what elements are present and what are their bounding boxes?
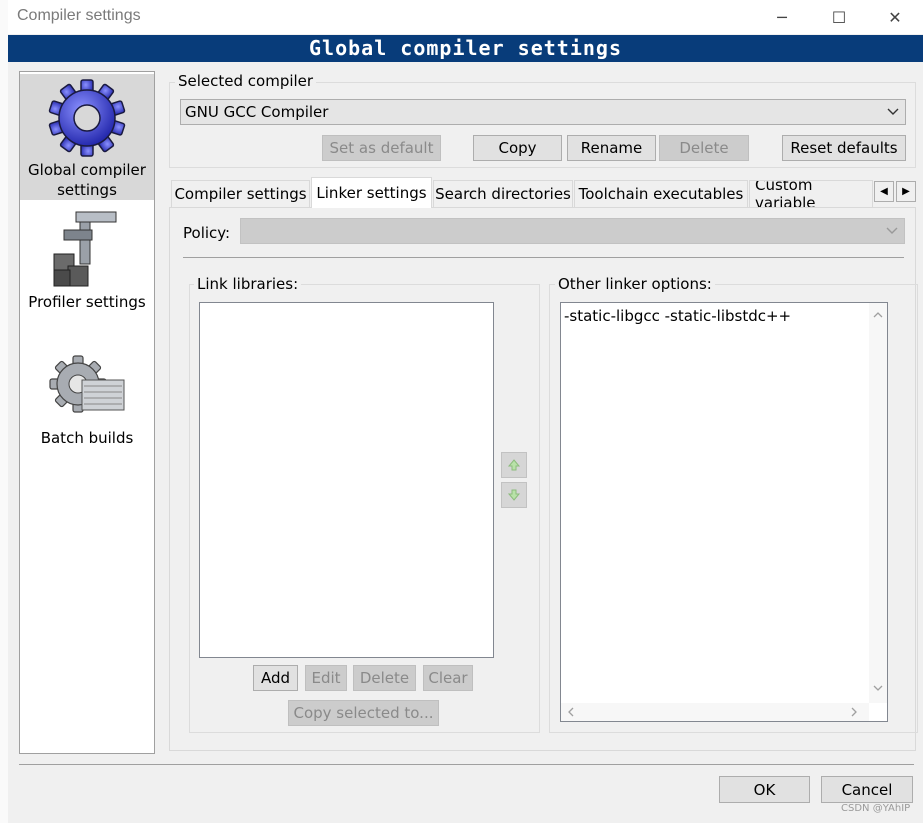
chevron-down-icon bbox=[886, 227, 898, 234]
vertical-scrollbar[interactable] bbox=[869, 303, 887, 703]
chevron-right-icon bbox=[851, 707, 857, 717]
copy-selected-to-button[interactable]: Copy selected to... bbox=[288, 700, 439, 726]
cancel-button[interactable]: Cancel bbox=[821, 776, 913, 803]
settings-sidebar: Global compiler settings Profiler settin… bbox=[19, 71, 155, 754]
chevron-left-icon bbox=[568, 707, 574, 717]
sidebar-item-label: Batch builds bbox=[40, 429, 134, 447]
title-bar: Compiler settings ─ ☐ ✕ bbox=[8, 0, 923, 34]
other-linker-options-title: Other linker options: bbox=[555, 275, 715, 293]
maximize-icon: ☐ bbox=[831, 7, 847, 27]
minimize-icon: ─ bbox=[777, 7, 787, 27]
footer-divider bbox=[19, 764, 914, 765]
reset-defaults-button[interactable]: Reset defaults bbox=[782, 135, 906, 161]
move-up-button[interactable] bbox=[501, 452, 527, 478]
tab-custom-variables[interactable]: Custom variable bbox=[749, 180, 873, 207]
horizontal-scrollbar[interactable] bbox=[561, 703, 869, 721]
chevron-down-icon bbox=[887, 108, 899, 115]
policy-label: Policy: bbox=[183, 224, 231, 242]
copy-compiler-button[interactable]: Copy bbox=[473, 135, 562, 161]
maximize-button[interactable]: ☐ bbox=[811, 0, 867, 34]
policy-select[interactable] bbox=[240, 218, 905, 244]
arrow-left-icon: ◀ bbox=[880, 186, 888, 197]
compiler-select[interactable]: GNU GCC Compiler bbox=[180, 99, 906, 125]
sidebar-item-label: Profiler settings bbox=[28, 293, 146, 311]
caliper-icon bbox=[53, 211, 117, 287]
delete-library-button[interactable]: Delete bbox=[353, 665, 416, 691]
ok-button[interactable]: OK bbox=[719, 776, 810, 803]
tab-compiler-settings[interactable]: Compiler settings bbox=[171, 180, 310, 207]
link-libraries-title: Link libraries: bbox=[194, 275, 302, 293]
sidebar-item-label: Global compiler bbox=[28, 161, 146, 179]
tab-toolchain-executables[interactable]: Toolchain executables bbox=[574, 180, 748, 207]
chevron-down-icon bbox=[873, 685, 883, 691]
compiler-settings-dialog: Compiler settings ─ ☐ ✕ Global compiler … bbox=[8, 0, 923, 823]
policy-divider bbox=[183, 257, 904, 258]
tab-search-directories[interactable]: Search directories bbox=[433, 180, 573, 207]
settings-banner: Global compiler settings bbox=[8, 35, 923, 62]
compiler-select-value: GNU GCC Compiler bbox=[185, 103, 329, 121]
arrow-right-icon: ▶ bbox=[902, 186, 910, 197]
window-title: Compiler settings bbox=[17, 7, 141, 24]
tab-scroll-right-button[interactable]: ▶ bbox=[896, 181, 916, 202]
chevron-up-icon bbox=[873, 312, 883, 318]
sidebar-item-global-compiler[interactable]: Global compiler settings bbox=[20, 74, 154, 200]
rename-compiler-button[interactable]: Rename bbox=[567, 135, 656, 161]
close-window-button[interactable]: ✕ bbox=[867, 0, 923, 34]
gear-icon bbox=[48, 79, 126, 157]
add-library-button[interactable]: Add bbox=[253, 665, 298, 691]
selected-compiler-title: Selected compiler bbox=[175, 72, 317, 90]
clear-libraries-button[interactable]: Clear bbox=[423, 665, 473, 691]
sidebar-item-label: settings bbox=[57, 181, 117, 199]
other-linker-options-text: -static-libgcc -static-libstdc++ bbox=[564, 307, 792, 325]
arrow-down-icon bbox=[507, 489, 521, 501]
tab-linker-settings[interactable]: Linker settings bbox=[311, 177, 432, 208]
edit-library-button[interactable]: Edit bbox=[305, 665, 347, 691]
batch-gear-icon bbox=[49, 355, 125, 413]
watermark: CSDN @YAhIP bbox=[841, 803, 911, 814]
move-down-button[interactable] bbox=[501, 482, 527, 508]
tab-scroll-left-button[interactable]: ◀ bbox=[874, 181, 894, 202]
sidebar-item-batch-builds[interactable]: Batch builds bbox=[20, 342, 154, 454]
arrow-up-icon bbox=[507, 459, 521, 471]
minimize-button[interactable]: ─ bbox=[754, 0, 810, 34]
close-icon: ✕ bbox=[888, 7, 902, 27]
link-libraries-list[interactable] bbox=[199, 302, 494, 658]
sidebar-item-profiler[interactable]: Profiler settings bbox=[20, 204, 154, 316]
delete-compiler-button[interactable]: Delete bbox=[659, 135, 749, 161]
set-as-default-button[interactable]: Set as default bbox=[322, 135, 441, 161]
other-linker-options-textarea[interactable]: -static-libgcc -static-libstdc++ bbox=[560, 302, 888, 722]
